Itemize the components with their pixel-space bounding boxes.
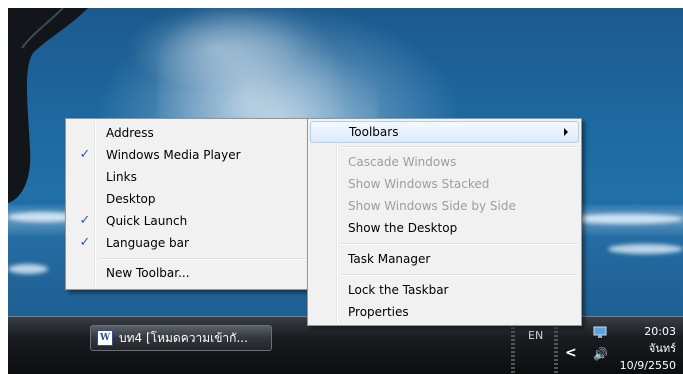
submenu-arrow-icon: [564, 128, 568, 136]
menu-item-label: Lock the Taskbar: [348, 283, 449, 297]
menu-item-label: Show the Desktop: [348, 221, 458, 235]
taskbar-window-button[interactable]: W บท4 [โหมดความเข้ากั...: [90, 325, 272, 351]
menu-item-show-the-desktop[interactable]: Show the Desktop: [310, 217, 579, 239]
clock-time: 20:03: [644, 325, 676, 338]
checkmark-icon: ✓: [79, 212, 91, 228]
menu-item-label: Quick Launch: [106, 214, 188, 228]
menu-item-label: Task Manager: [348, 252, 431, 266]
menu-separator: [341, 274, 578, 276]
submenu-item-quick-launch[interactable]: ✓ Quick Launch: [68, 210, 308, 232]
menu-item-label: Windows Media Player: [106, 148, 241, 162]
menu-item-task-manager[interactable]: Task Manager: [310, 248, 579, 270]
toolbars-submenu: Address ✓ Windows Media Player Links Des…: [65, 118, 311, 290]
menu-item-toolbars[interactable]: Toolbars: [310, 121, 579, 143]
menu-item-show-windows-stacked[interactable]: Show Windows Stacked: [310, 173, 579, 195]
menu-item-label: Cascade Windows: [348, 155, 457, 169]
taskbar-window-label: บท4 [โหมดความเข้ากั...: [119, 330, 248, 345]
menu-item-show-windows-side-by-side[interactable]: Show Windows Side by Side: [310, 195, 579, 217]
word-document-icon: W: [97, 330, 113, 346]
clock-date: 10/9/2550: [619, 359, 676, 372]
clock[interactable]: 20:03 จันทร์ 10/9/2550: [620, 323, 676, 374]
clock-day: จันทร์: [648, 342, 676, 355]
tray-grip[interactable]: [511, 327, 515, 373]
language-indicator[interactable]: EN: [528, 329, 543, 342]
menu-item-label: Show Windows Side by Side: [348, 199, 516, 213]
menu-item-properties[interactable]: Properties: [310, 301, 579, 323]
submenu-item-address[interactable]: Address: [68, 122, 308, 144]
submenu-item-links[interactable]: Links: [68, 166, 308, 188]
menu-item-cascade-windows[interactable]: Cascade Windows: [310, 151, 579, 173]
menu-item-lock-the-taskbar[interactable]: Lock the Taskbar: [310, 279, 579, 301]
menu-separator: [99, 258, 307, 260]
submenu-item-desktop[interactable]: Desktop: [68, 188, 308, 210]
show-hidden-icons-chevron-icon[interactable]: <: [565, 345, 577, 361]
network-icon[interactable]: [593, 326, 607, 339]
menu-item-label: Properties: [348, 305, 409, 319]
checkmark-icon: ✓: [79, 234, 91, 250]
menu-separator: [341, 243, 578, 245]
menu-item-label: Show Windows Stacked: [348, 177, 490, 191]
menu-item-label: New Toolbar...: [106, 266, 190, 280]
screen: W บท4 [โหมดความเข้ากั... EN < 🔊 20:03 จั…: [8, 8, 683, 374]
checkmark-icon: ✓: [79, 146, 91, 162]
tray-grip[interactable]: [554, 327, 558, 373]
taskbar-context-menu: Toolbars Cascade Windows Show Windows St…: [307, 118, 582, 326]
menu-separator: [341, 146, 578, 148]
submenu-item-language-bar[interactable]: ✓ Language bar: [68, 232, 308, 254]
volume-icon[interactable]: 🔊: [593, 347, 608, 361]
menu-item-label: Links: [106, 170, 137, 184]
menu-item-label: Desktop: [106, 192, 156, 206]
submenu-item-new-toolbar[interactable]: New Toolbar...: [68, 262, 308, 284]
submenu-item-windows-media-player[interactable]: ✓ Windows Media Player: [68, 144, 308, 166]
menu-item-label: Toolbars: [349, 125, 399, 139]
menu-item-label: Language bar: [106, 236, 189, 250]
menu-item-label: Address: [106, 126, 154, 140]
